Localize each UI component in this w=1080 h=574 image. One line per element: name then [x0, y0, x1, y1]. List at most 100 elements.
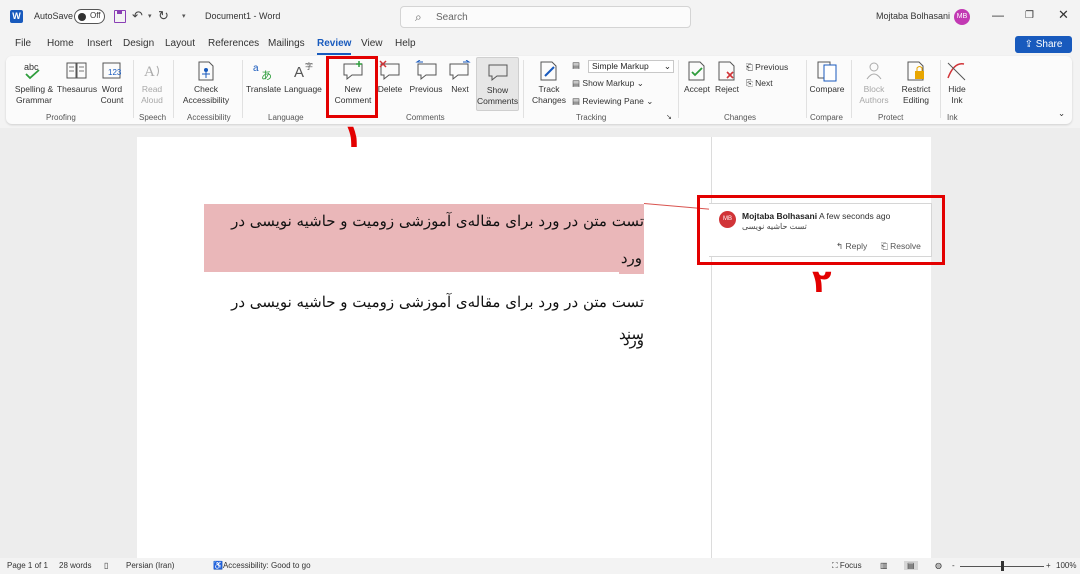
- previous-change-button[interactable]: ⎗ Previous: [746, 62, 788, 73]
- zoom-in-button[interactable]: +: [1046, 561, 1051, 570]
- word-count[interactable]: 28 words: [59, 561, 91, 570]
- next-comment-button[interactable]: Next: [446, 60, 474, 95]
- translate-button[interactable]: aあ Translate: [246, 60, 282, 95]
- tab-mailings[interactable]: Mailings: [268, 38, 305, 49]
- reviewing-pane-icon: ▤: [572, 96, 583, 106]
- paragraph-1-line-1[interactable]: تست متن در ورد برای مقاله‌ی آموزشی زومیت…: [204, 204, 644, 272]
- check-accessibility-label: Check Accessibility: [182, 84, 230, 105]
- commented-text-end[interactable]: ورد: [618, 242, 644, 274]
- spelling-grammar-button[interactable]: abc Spelling & Grammar: [12, 60, 56, 106]
- save-icon[interactable]: [114, 10, 126, 23]
- tracking-options-icon[interactable]: ↘: [666, 113, 672, 121]
- accessibility-status-icon: ♿: [213, 561, 223, 570]
- comments-group-label: Comments: [406, 113, 445, 122]
- tab-file[interactable]: File: [15, 38, 31, 49]
- previous-change-label: Previous: [755, 62, 789, 72]
- word-count-button[interactable]: 123 Word Count: [98, 60, 126, 106]
- paragraph-2-line-1[interactable]: تست متن در ورد برای مقاله‌ی آموزشی زومیت…: [204, 286, 644, 343]
- collapse-ribbon-icon[interactable]: ⌄: [1058, 108, 1065, 119]
- spelling-check-icon: abc: [24, 62, 40, 80]
- accept-button[interactable]: Accept: [682, 60, 712, 95]
- read-mode-icon[interactable]: ▥: [880, 561, 888, 570]
- tab-design[interactable]: Design: [123, 38, 154, 49]
- next-change-button[interactable]: ⎘ Next: [746, 78, 773, 89]
- ribbon-separator: [173, 60, 174, 118]
- reviewing-pane-button[interactable]: ▤ Reviewing Pane ⌄: [572, 96, 653, 107]
- block-authors-icon: [866, 62, 882, 80]
- read-aloud-button[interactable]: A Read Aloud: [137, 60, 167, 106]
- next-change-icon: ⎘: [746, 78, 756, 88]
- next-change-label: Next: [755, 78, 773, 88]
- show-comments-button[interactable]: Show Comments: [476, 57, 519, 111]
- tab-review[interactable]: Review: [317, 38, 352, 55]
- compare-button[interactable]: Compare: [808, 60, 846, 95]
- thesaurus-label: Thesaurus: [56, 84, 98, 94]
- annotation-box-comment: [697, 195, 945, 265]
- svg-text:abc: abc: [24, 62, 39, 72]
- page-count[interactable]: Page 1 of 1: [7, 561, 48, 570]
- hide-ink-label: Hide Ink: [948, 84, 966, 105]
- block-authors-button[interactable]: Block Authors: [855, 60, 893, 106]
- restore-icon[interactable]: ❐: [1025, 10, 1034, 21]
- thesaurus-button[interactable]: Thesaurus: [56, 60, 98, 95]
- paragraph-1-line-2[interactable]: ورد: [604, 242, 644, 274]
- paragraph-2-line-2[interactable]: ورد: [604, 324, 644, 356]
- proofing-status-icon[interactable]: ▯: [104, 561, 108, 570]
- ink-group-label: Ink: [947, 113, 958, 122]
- user-avatar[interactable]: MB: [954, 9, 970, 25]
- hide-ink-button[interactable]: Hide Ink: [942, 60, 972, 106]
- tab-home[interactable]: Home: [47, 38, 74, 49]
- zoom-slider-thumb[interactable]: [1001, 561, 1004, 571]
- autosave-toggle[interactable]: Off: [74, 9, 105, 24]
- share-button[interactable]: ⇪ Share: [1015, 36, 1072, 53]
- previous-comment-button[interactable]: Previous: [408, 60, 444, 95]
- show-comments-icon: [488, 64, 507, 82]
- redo-icon[interactable]: ↻: [158, 8, 169, 24]
- reject-button[interactable]: Reject: [712, 60, 742, 95]
- delete-comment-label: Delete: [377, 84, 403, 94]
- markup-select[interactable]: Simple Markup ⌄: [588, 60, 674, 73]
- restrict-editing-button[interactable]: Restrict Editing: [895, 60, 937, 106]
- svg-text:あ: あ: [261, 69, 272, 82]
- zoom-out-button[interactable]: -: [952, 561, 955, 570]
- annotation-number-1: ۱: [343, 117, 363, 155]
- web-layout-icon[interactable]: ◍: [935, 561, 942, 570]
- document-language[interactable]: Persian (Iran): [126, 561, 174, 570]
- tab-help[interactable]: Help: [395, 38, 416, 49]
- protect-group-label: Protect: [878, 113, 904, 122]
- check-accessibility-button[interactable]: Check Accessibility: [177, 60, 235, 106]
- speech-group-label: Speech: [139, 113, 167, 122]
- commented-text[interactable]: تست متن در ورد برای مقاله‌ی آموزشی زومیت…: [204, 204, 644, 272]
- thesaurus-icon: [66, 62, 87, 79]
- zoom-level[interactable]: 100%: [1056, 561, 1076, 570]
- customize-toolbar-icon[interactable]: ▾: [182, 12, 186, 20]
- show-markup-button[interactable]: ▤ Show Markup ⌄: [572, 78, 644, 89]
- focus-button[interactable]: ⛶ Focus: [832, 561, 862, 571]
- compare-icon: [817, 61, 837, 82]
- print-layout-icon[interactable]: ▤: [904, 561, 918, 570]
- minimize-icon[interactable]: —: [992, 8, 1004, 22]
- delete-comment-button[interactable]: Delete: [376, 60, 404, 95]
- word-logo-icon: W: [10, 10, 23, 23]
- previous-comment-label: Previous: [409, 84, 443, 94]
- accessibility-status[interactable]: ♿Accessibility: Good to go: [213, 561, 311, 570]
- close-icon[interactable]: ✕: [1058, 7, 1069, 23]
- accept-icon: [688, 61, 705, 81]
- translate-icon: aあ: [253, 63, 272, 82]
- track-changes-button[interactable]: Track Changes: [527, 60, 571, 106]
- reject-label: Reject: [714, 84, 740, 94]
- tab-references[interactable]: References: [208, 38, 259, 49]
- undo-dropdown-icon[interactable]: ▾: [148, 12, 152, 20]
- autosave-label: AutoSave: [34, 11, 74, 21]
- translate-label: Translate: [246, 84, 282, 94]
- user-name[interactable]: Mojtaba Bolhasani: [876, 11, 950, 21]
- tab-insert[interactable]: Insert: [87, 38, 112, 49]
- tab-view[interactable]: View: [361, 38, 383, 49]
- language-button[interactable]: A字 Language: [282, 60, 324, 95]
- accessibility-icon: [198, 61, 214, 81]
- search-box[interactable]: ⌕ Search: [400, 6, 691, 28]
- show-comments-inner: Show Comments: [477, 61, 518, 107]
- tab-layout[interactable]: Layout: [165, 38, 195, 49]
- next-comment-label: Next: [451, 84, 469, 94]
- undo-icon[interactable]: ↶: [132, 8, 143, 24]
